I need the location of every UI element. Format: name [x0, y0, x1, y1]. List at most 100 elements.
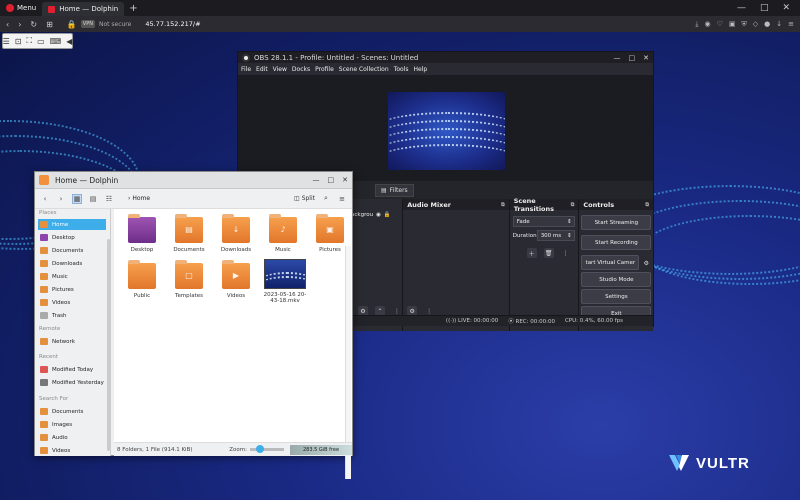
- minimize-button[interactable]: —: [737, 3, 746, 13]
- forward-icon[interactable]: ›: [18, 20, 21, 29]
- breadcrumb-home[interactable]: Home: [132, 195, 150, 202]
- start-virtual-camera-button[interactable]: tart Virtual Camer: [581, 255, 640, 270]
- speed-dial-icon[interactable]: ⊞: [46, 20, 53, 29]
- hamburger-menu-icon[interactable]: ≡: [337, 194, 347, 204]
- virtual-camera-settings-icon[interactable]: ⚙: [641, 258, 651, 268]
- audio-icon[interactable]: ◀: [66, 37, 72, 46]
- new-tab-button[interactable]: +: [129, 3, 137, 14]
- place-home[interactable]: Home: [38, 219, 106, 230]
- fullscreen-icon[interactable]: ⛶: [27, 36, 33, 46]
- menu-file[interactable]: File: [241, 66, 251, 73]
- start-recording-button[interactable]: Start Recording: [581, 235, 652, 250]
- obs-preview[interactable]: [238, 75, 653, 181]
- place-desktop[interactable]: Desktop: [38, 232, 106, 243]
- settings-menu-icon[interactable]: ≡: [788, 20, 794, 29]
- compact-view-icon[interactable]: ▤: [88, 194, 98, 204]
- forward-icon[interactable]: ›: [56, 194, 66, 204]
- obs-maximize-button[interactable]: □: [629, 54, 636, 62]
- file-item[interactable]: Desktop: [119, 214, 165, 253]
- shield-icon[interactable]: ⛨: [742, 20, 747, 29]
- zoom-slider[interactable]: [250, 445, 284, 453]
- free-space-indicator[interactable]: 283.5 GiB free: [290, 444, 352, 455]
- reload-icon[interactable]: ↻: [30, 20, 37, 29]
- file-item[interactable]: ▶ Videos: [213, 260, 259, 299]
- obs-minimize-button[interactable]: —: [614, 54, 621, 62]
- search-audio[interactable]: Audio: [38, 432, 106, 443]
- file-item[interactable]: 2023-05-16 20-43-18.mkv: [260, 259, 310, 304]
- breadcrumb[interactable]: › Home: [128, 195, 150, 202]
- browser-menu-button[interactable]: Menu: [0, 0, 42, 16]
- download-arrow-icon[interactable]: ↓: [776, 20, 782, 29]
- place-pictures[interactable]: Pictures: [38, 284, 106, 295]
- source-item[interactable]: ackgrou ◉ 🔒: [351, 212, 391, 218]
- vpn-badge[interactable]: VPN: [80, 20, 95, 28]
- split-button[interactable]: ◫ Split: [294, 195, 315, 202]
- zoom-slider-handle[interactable]: [256, 445, 264, 453]
- url-input[interactable]: 45.77.152.217/#: [145, 20, 200, 28]
- dock-float-icon[interactable]: ⧉: [645, 202, 649, 208]
- heart-icon[interactable]: ♡: [717, 20, 723, 29]
- icons-view-icon[interactable]: ▦: [72, 193, 82, 204]
- keyboard-icon[interactable]: ⌨: [50, 37, 62, 46]
- file-item[interactable]: ▤ Documents: [166, 214, 212, 253]
- obs-close-button[interactable]: ✕: [643, 54, 649, 62]
- camera-icon[interactable]: ◉: [704, 20, 710, 29]
- search-documents[interactable]: Documents: [38, 406, 106, 417]
- back-icon[interactable]: ‹: [6, 20, 9, 29]
- transition-more-icon[interactable]: ⋮: [561, 248, 571, 258]
- add-transition-icon[interactable]: ＋: [526, 248, 537, 258]
- place-downloads[interactable]: Downloads: [38, 258, 106, 269]
- display-icon[interactable]: ▭: [37, 37, 45, 46]
- place-network[interactable]: Network: [38, 336, 106, 347]
- security-indicator[interactable]: 🔒 VPN Not secure: [67, 20, 132, 29]
- search-images[interactable]: Images: [38, 419, 106, 430]
- details-view-icon[interactable]: ☷: [104, 194, 114, 204]
- filters-tab[interactable]: ▤ Filters: [375, 184, 414, 197]
- menu-view[interactable]: View: [273, 66, 287, 73]
- dolphin-close-button[interactable]: ✕: [342, 176, 348, 184]
- dolphin-minimize-button[interactable]: —: [313, 176, 320, 184]
- studio-mode-button[interactable]: Studio Mode: [581, 272, 652, 287]
- place-music[interactable]: Music: [38, 271, 106, 282]
- lock-icon[interactable]: 🔒: [384, 212, 391, 218]
- menu-help[interactable]: Help: [413, 66, 427, 73]
- back-icon[interactable]: ‹: [40, 194, 50, 204]
- place-modified-today[interactable]: Modified Today: [38, 364, 106, 375]
- settings-button[interactable]: Settings: [581, 289, 652, 304]
- menu-docks[interactable]: Docks: [292, 66, 310, 73]
- places-scrollbar[interactable]: [107, 239, 110, 451]
- dock-float-icon[interactable]: ⧉: [571, 202, 575, 208]
- close-button[interactable]: ✕: [782, 3, 790, 13]
- duration-input[interactable]: 300 ms ⇕: [536, 230, 575, 241]
- search-videos[interactable]: Videos: [38, 445, 106, 456]
- visibility-icon[interactable]: ◉: [376, 212, 381, 218]
- file-item[interactable]: ▢ Templates: [166, 260, 212, 299]
- file-item[interactable]: Public: [119, 260, 165, 299]
- documents-folder-icon: ▤: [175, 214, 203, 243]
- menu-icon[interactable]: ☰: [3, 37, 10, 46]
- search-icon[interactable]: ⌕: [321, 194, 331, 204]
- trash-icon[interactable]: 🗑: [543, 248, 554, 258]
- place-trash[interactable]: Trash: [38, 310, 106, 321]
- clipboard-icon[interactable]: ⊡: [15, 37, 22, 46]
- download-icon[interactable]: ⤓: [695, 20, 698, 29]
- transition-select[interactable]: Fade ⇕: [512, 216, 575, 227]
- browser-tab[interactable]: Home — Dolphin: [42, 2, 125, 16]
- menu-edit[interactable]: Edit: [256, 66, 268, 73]
- file-item[interactable]: ♪ Music: [260, 214, 306, 253]
- dolphin-maximize-button[interactable]: □: [328, 176, 335, 184]
- wallet-icon[interactable]: ▣: [729, 20, 736, 29]
- file-item[interactable]: ↓ Downloads: [213, 214, 259, 253]
- start-streaming-button[interactable]: Start Streaming: [581, 215, 652, 230]
- cube-icon[interactable]: ◇: [753, 20, 758, 29]
- dock-float-icon[interactable]: ⧉: [501, 202, 505, 208]
- place-videos[interactable]: Videos: [38, 297, 106, 308]
- menu-profile[interactable]: Profile: [315, 66, 334, 73]
- place-modified-yesterday[interactable]: Modified Yesterday: [38, 377, 106, 388]
- profile-icon[interactable]: ●: [764, 20, 770, 29]
- menu-tools[interactable]: Tools: [394, 66, 409, 73]
- maximize-button[interactable]: □: [760, 3, 769, 13]
- menu-scene-collection[interactable]: Scene Collection: [339, 66, 389, 73]
- live-status: ((·)) LIVE: 00:00:00: [445, 318, 499, 324]
- place-documents[interactable]: Documents: [38, 245, 106, 256]
